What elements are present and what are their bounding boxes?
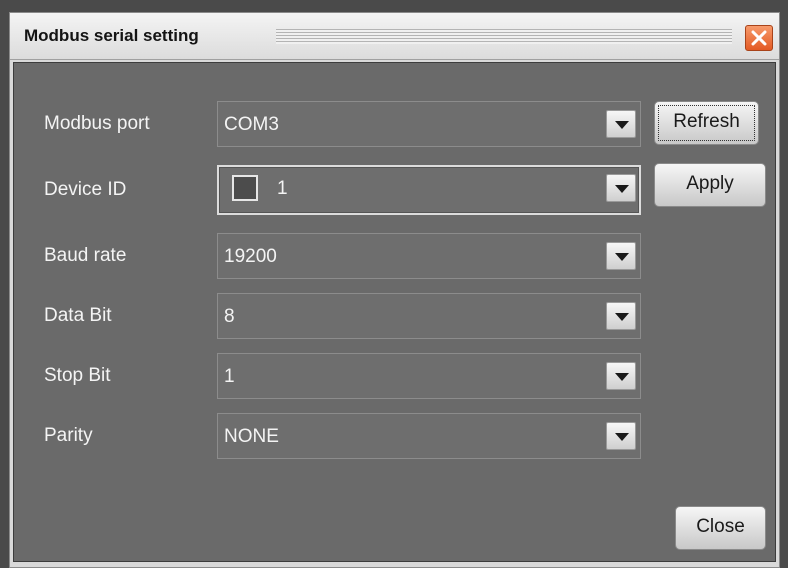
modbus-port-dropdown-button[interactable] [606, 110, 636, 138]
chevron-down-icon [615, 253, 629, 261]
title-bar[interactable]: Modbus serial setting [10, 13, 779, 60]
modbus-port-value: COM3 [224, 114, 279, 135]
stop-bit-value: 1 [224, 366, 235, 387]
data-bit-dropdown-button[interactable] [606, 302, 636, 330]
device-id-checkbox[interactable] [232, 175, 258, 201]
parity-select[interactable]: NONE [217, 413, 641, 459]
device-id-value: 1 [277, 178, 288, 199]
parity-value: NONE [224, 426, 279, 447]
baud-rate-label: Baud rate [44, 245, 127, 266]
device-id-dropdown-button[interactable] [606, 174, 636, 202]
apply-button[interactable]: Apply [654, 163, 766, 207]
data-bit-select[interactable]: 8 [217, 293, 641, 339]
data-bit-label: Data Bit [44, 305, 112, 326]
stop-bit-label: Stop Bit [44, 365, 111, 386]
device-id-select[interactable]: 1 [217, 165, 641, 215]
app-background: Modbus serial setting Modbus port COM3 R… [0, 0, 788, 568]
baud-rate-select[interactable]: 19200 [217, 233, 641, 279]
parity-label: Parity [44, 425, 93, 446]
modbus-port-select[interactable]: COM3 [217, 101, 641, 147]
baud-rate-value: 19200 [224, 246, 277, 267]
dialog-title: Modbus serial setting [24, 26, 199, 45]
chevron-down-icon [615, 433, 629, 441]
stop-bit-dropdown-button[interactable] [606, 362, 636, 390]
close-button[interactable]: Close [675, 506, 766, 550]
stop-bit-select[interactable]: 1 [217, 353, 641, 399]
refresh-button[interactable]: Refresh [654, 101, 759, 145]
close-window-button[interactable] [745, 25, 773, 51]
chevron-down-icon [615, 185, 629, 193]
modbus-port-label: Modbus port [44, 113, 150, 134]
baud-rate-dropdown-button[interactable] [606, 242, 636, 270]
close-x-icon [751, 30, 767, 46]
chevron-down-icon [615, 313, 629, 321]
title-bar-grip [276, 29, 732, 44]
parity-dropdown-button[interactable] [606, 422, 636, 450]
modbus-dialog: Modbus serial setting Modbus port COM3 R… [9, 12, 780, 568]
device-id-label: Device ID [44, 179, 127, 200]
data-bit-value: 8 [224, 306, 235, 327]
chevron-down-icon [615, 373, 629, 381]
chevron-down-icon [615, 121, 629, 129]
settings-panel: Modbus port COM3 Refresh Device ID 1 App… [13, 62, 776, 562]
